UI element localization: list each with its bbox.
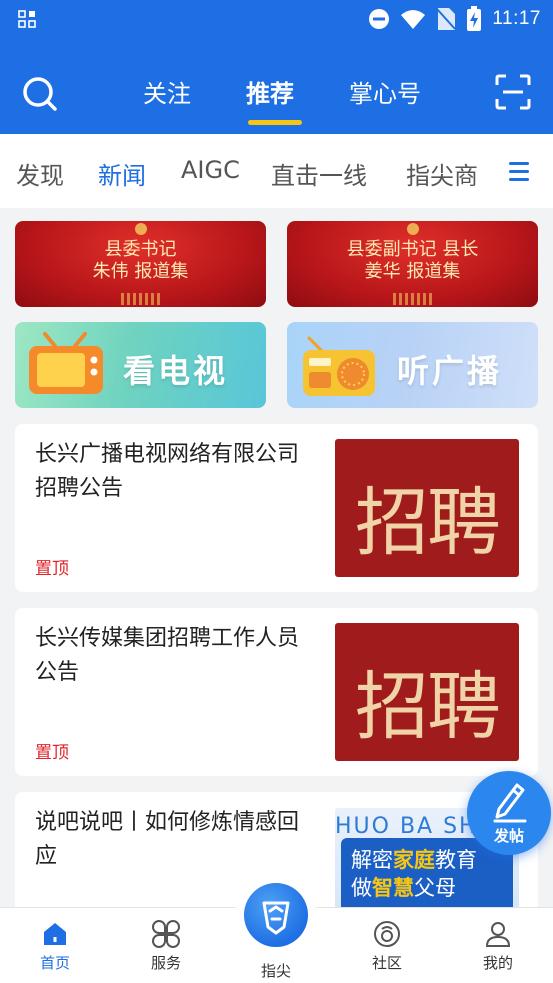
- poster-text: 父母: [414, 876, 456, 900]
- search-icon[interactable]: [20, 74, 60, 114]
- party-emblem-icon: [406, 223, 419, 235]
- app-header: 11:17 关注 推荐 掌心号: [0, 0, 553, 134]
- thumbnail-text: 招聘: [355, 480, 501, 566]
- no-sim-icon: [436, 8, 457, 30]
- nav-fingertip-label: 指尖: [260, 962, 291, 980]
- article-card[interactable]: 长兴广播电视网络有限公司招聘公告 置顶 招聘: [15, 424, 538, 592]
- nav-community-label: 社区: [371, 954, 402, 972]
- battery-charging-icon: [467, 6, 482, 31]
- tab-recommend[interactable]: 推荐: [246, 74, 349, 125]
- post-button[interactable]: 发帖: [467, 771, 551, 855]
- article-title: 长兴广播电视网络有限公司招聘公告: [35, 442, 300, 501]
- banner-secretary-line2: 朱伟 报道集: [92, 261, 189, 282]
- pinned-tag: 置顶: [35, 743, 69, 763]
- listen-radio-label: 听广播: [397, 352, 503, 390]
- channel-aigc[interactable]: AIGC: [181, 156, 240, 184]
- tv-icon: [29, 332, 103, 394]
- channel-discover[interactable]: 发现: [16, 156, 64, 191]
- channel-menu-icon[interactable]: [509, 162, 529, 181]
- party-emblem-icon: [134, 223, 147, 235]
- radio-icon: [303, 336, 375, 396]
- tab-following[interactable]: 关注: [143, 74, 246, 109]
- poster-text: 做: [351, 876, 372, 900]
- tab-zhangxinhao[interactable]: 掌心号: [349, 74, 452, 109]
- banner-secretary-reports[interactable]: 县委书记 朱伟 报道集: [15, 221, 266, 307]
- tab-following-label: 关注: [143, 80, 191, 108]
- article-title: 说吧说吧丨如何修炼情感回应: [35, 810, 300, 869]
- poster-text: 家庭: [393, 848, 435, 872]
- user-icon: [485, 922, 511, 947]
- poster-text: 教育: [435, 848, 477, 872]
- nav-fingertip[interactable]: [235, 874, 317, 956]
- top-nav: 关注 推荐 掌心号: [0, 62, 553, 128]
- scan-icon[interactable]: [495, 74, 531, 110]
- wifi-icon: [401, 10, 426, 29]
- pen-icon: [493, 783, 527, 823]
- channel-frontline[interactable]: 直击一线: [271, 156, 367, 191]
- post-button-label: 发帖: [493, 827, 524, 845]
- nav-services-label: 服务: [150, 954, 181, 972]
- app-grid-icon: [18, 10, 36, 28]
- watch-tv-label: 看电视: [123, 352, 229, 390]
- nav-profile-label: 我的: [482, 954, 513, 972]
- banner-deputy-line2: 姜华 报道集: [364, 261, 461, 282]
- banner-listen-radio[interactable]: 听广播: [287, 322, 538, 408]
- services-icon: [152, 920, 180, 948]
- nav-home-label: 首页: [39, 954, 70, 972]
- clock: 11:17: [492, 8, 541, 29]
- banner-watch-tv[interactable]: 看电视: [15, 322, 266, 408]
- fingertip-logo-icon: [262, 901, 290, 935]
- article-thumbnail: 招聘: [335, 623, 519, 761]
- nav-profile[interactable]: 我的: [458, 920, 538, 973]
- building-decoration: [392, 293, 433, 305]
- channel-bar: 发现 新闻 AIGC 直击一线 指尖商: [0, 134, 553, 208]
- pinned-tag: 置顶: [35, 559, 69, 579]
- poster-text: 解密: [351, 848, 393, 872]
- home-icon: [44, 923, 66, 945]
- active-tab-indicator: [248, 120, 302, 125]
- article-card[interactable]: 长兴传媒集团招聘工作人员公告 置顶 招聘: [15, 608, 538, 776]
- community-icon: [374, 921, 400, 947]
- article-title: 长兴传媒集团招聘工作人员公告: [35, 626, 300, 685]
- top-tabs: 关注 推荐 掌心号: [143, 74, 452, 125]
- channel-news[interactable]: 新闻: [98, 156, 146, 191]
- building-decoration: [120, 293, 161, 305]
- status-bar: 11:17: [0, 0, 553, 38]
- tab-recommend-label: 推荐: [246, 80, 294, 108]
- nav-home[interactable]: 首页: [15, 920, 95, 973]
- banner-deputy-reports[interactable]: 县委副书记 县长 姜华 报道集: [287, 221, 538, 307]
- banner-secretary-line1: 县委书记: [104, 239, 177, 260]
- tab-zhangxinhao-label: 掌心号: [349, 80, 421, 108]
- nav-community[interactable]: 社区: [347, 920, 427, 973]
- channel-business[interactable]: 指尖商: [406, 156, 478, 191]
- dnd-icon: [369, 9, 390, 29]
- poster-text: 智慧: [372, 876, 414, 900]
- article-thumbnail: 招聘: [335, 439, 519, 577]
- thumbnail-text: 招聘: [355, 664, 501, 750]
- nav-services[interactable]: 服务: [126, 920, 206, 973]
- banner-deputy-line1: 县委副书记 县长: [346, 239, 479, 260]
